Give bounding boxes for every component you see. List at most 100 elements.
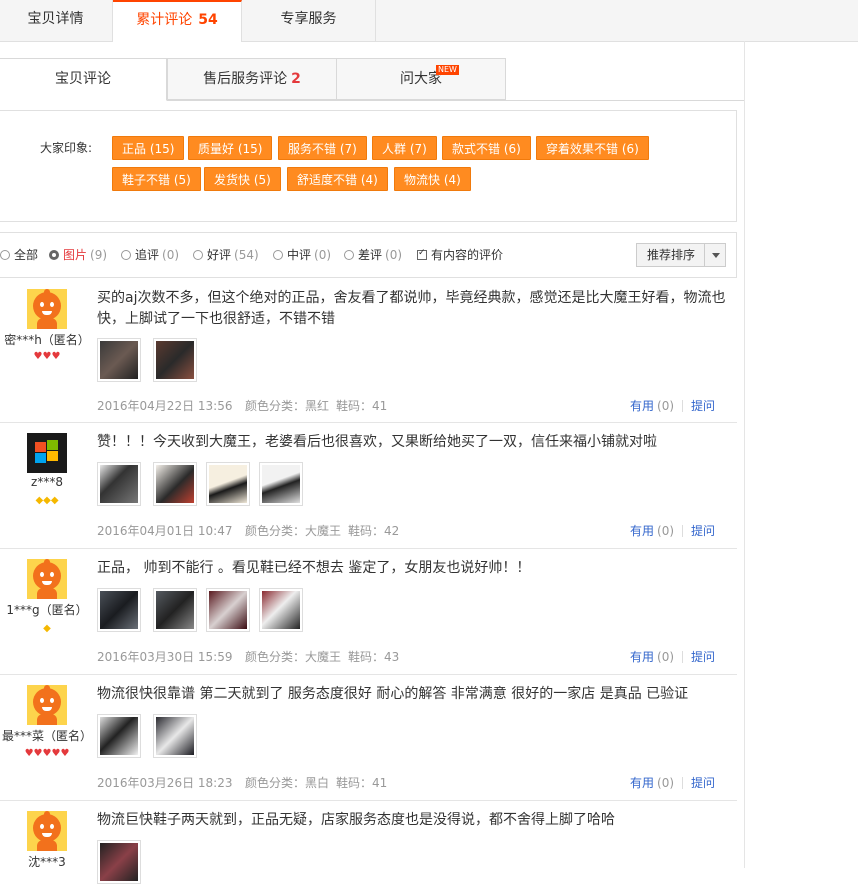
filter-label: 中评	[287, 248, 312, 262]
review-actions: 有用 (0) 提问	[630, 648, 715, 665]
impression-tag[interactable]: 正品 (15)	[112, 136, 185, 160]
impression-tag[interactable]: 穿着效果不错 (6)	[536, 136, 649, 160]
filter-count: (0)	[162, 248, 180, 262]
review-actions: 有用 (0) 提问	[630, 774, 715, 791]
impression-panel	[0, 110, 737, 222]
filter-label: 差评	[358, 248, 383, 262]
subtab-ask-everyone[interactable]: 问大家 NEW	[336, 58, 506, 100]
radio-icon[interactable]	[344, 250, 354, 260]
reviewer-name[interactable]: 最***菜（匿名）	[0, 727, 94, 744]
ask-button[interactable]: 提问	[691, 650, 715, 664]
tab-label: 宝贝详情	[27, 11, 84, 27]
filter-content-only[interactable]: 有内容的评价	[417, 246, 503, 263]
review-image[interactable]	[97, 714, 141, 758]
avatar	[27, 433, 67, 473]
tab-reviews[interactable]: 累计评论 54	[113, 0, 242, 42]
review-image[interactable]	[153, 588, 197, 632]
review-image[interactable]	[206, 588, 250, 632]
reviewer-name[interactable]: z***8	[0, 475, 94, 489]
divider	[682, 400, 684, 412]
reviewer-name[interactable]: 沈***3	[0, 853, 94, 870]
filter-count: (54)	[234, 248, 259, 262]
checkbox-icon[interactable]	[417, 248, 427, 260]
impression-tag[interactable]: 发货快 (5)	[204, 167, 281, 191]
tab-item-details[interactable]: 宝贝详情	[0, 0, 113, 41]
useful-count: (0)	[657, 399, 675, 413]
sort-dropdown[interactable]: 推荐排序	[636, 243, 726, 267]
filter-positive[interactable]: 好评 (54)	[193, 246, 259, 263]
impression-tag[interactable]: 款式不错 (6)	[442, 136, 531, 160]
chevron-down-icon[interactable]	[712, 253, 720, 258]
heart-rank-icon: ♥♥♥	[33, 351, 61, 362]
review-item: 最***菜（匿名） ♥♥♥♥♥ 物流很快很靠谱 第二天就到了 服务态度很好 耐心…	[0, 674, 737, 801]
review-size: 鞋码：41	[336, 399, 388, 413]
useful-button[interactable]: 有用	[630, 650, 654, 664]
useful-button[interactable]: 有用	[630, 776, 654, 790]
tab-label: 专享服务	[280, 11, 337, 27]
review-image[interactable]	[97, 588, 141, 632]
review-image[interactable]	[97, 840, 141, 884]
review-item: 沈***3 物流巨快鞋子两天就到，正品无疑，店家服务态度也是没得说，都不舍得上脚…	[0, 800, 737, 884]
aftersale-count: 2	[291, 71, 301, 87]
divider	[682, 777, 684, 789]
review-text: 正品， 帅到不能行 。看见鞋已经不想去 鉴定了，女朋友也说好帅！！	[97, 560, 531, 576]
review-color: 颜色分类：大魔王	[245, 524, 342, 538]
tab-services[interactable]: 专享服务	[242, 0, 376, 41]
sub-tab-bar: 宝贝评论 售后服务评论 2 问大家 NEW	[0, 58, 744, 101]
review-text: 买的aj次数不多，但这个绝对的正品，舍友看了都说帅，毕竟经典款，感觉还是比大魔王…	[97, 290, 726, 327]
radio-icon[interactable]	[49, 250, 59, 260]
radio-icon[interactable]	[193, 250, 203, 260]
review-count: 54	[198, 12, 218, 28]
review-image[interactable]	[153, 462, 197, 506]
review-image[interactable]	[97, 338, 141, 382]
impression-tag[interactable]: 人群 (7)	[372, 136, 437, 160]
filter-images[interactable]: 图片 (9)	[49, 246, 107, 263]
filter-label: 全部	[14, 248, 39, 262]
impression-tag[interactable]: 舒适度不错 (4)	[287, 167, 388, 191]
review-image[interactable]	[206, 462, 250, 506]
ask-button[interactable]: 提问	[691, 524, 715, 538]
impression-tag[interactable]: 鞋子不错 (5)	[112, 167, 201, 191]
review-image[interactable]	[97, 462, 141, 506]
filter-label: 好评	[207, 248, 232, 262]
review-size: 鞋码：41	[336, 776, 388, 790]
impression-label: 大家印象:	[40, 141, 93, 155]
review-image[interactable]	[259, 588, 303, 632]
ask-button[interactable]: 提问	[691, 399, 715, 413]
filter-neutral[interactable]: 中评 (0)	[273, 246, 331, 263]
review-date: 2016年03月30日 15:59	[97, 650, 233, 664]
radio-icon[interactable]	[273, 250, 283, 260]
review-image[interactable]	[153, 714, 197, 758]
reviewer-name[interactable]: 密***h（匿名）	[0, 331, 94, 348]
review-item: z***8 ◆◆◆ 赞！！！今天收到大魔王，老婆看后也很喜欢，又果断给她买了一双…	[0, 422, 737, 549]
diamond-rank-icon: ◆	[43, 623, 51, 634]
filter-label: 图片	[63, 248, 88, 262]
filter-followup[interactable]: 追评 (0)	[121, 246, 179, 263]
reviewer-name[interactable]: 1***g（匿名）	[0, 601, 94, 618]
tab-label: 累计评论	[136, 12, 193, 28]
avatar	[27, 289, 67, 329]
filter-label: 有内容的评价	[431, 248, 504, 262]
review-text: 物流巨快鞋子两天就到，正品无疑，店家服务态度也是没得说，都不舍得上脚了哈哈	[97, 812, 615, 828]
impression-tag[interactable]: 物流快 (4)	[394, 167, 471, 191]
review-image[interactable]	[259, 462, 303, 506]
review-text: 赞！！！今天收到大魔王，老婆看后也很喜欢，又果断给她买了一双，信任来福小铺就对啦	[97, 434, 657, 450]
radio-icon[interactable]	[121, 250, 131, 260]
subtab-label: 宝贝评论	[55, 71, 111, 87]
divider	[704, 244, 705, 266]
useful-button[interactable]: 有用	[630, 524, 654, 538]
radio-icon[interactable]	[0, 250, 10, 260]
impression-tag[interactable]: 质量好 (15)	[188, 136, 273, 160]
review-date: 2016年04月22日 13:56	[97, 399, 233, 413]
review-date: 2016年04月01日 10:47	[97, 524, 233, 538]
review-image[interactable]	[153, 338, 197, 382]
impression-tag[interactable]: 服务不错 (7)	[278, 136, 367, 160]
review-date: 2016年03月26日 18:23	[97, 776, 233, 790]
ask-button[interactable]: 提问	[691, 776, 715, 790]
useful-button[interactable]: 有用	[630, 399, 654, 413]
subtab-item-reviews[interactable]: 宝贝评论	[0, 58, 167, 101]
filter-negative[interactable]: 差评 (0)	[344, 246, 402, 263]
filter-all[interactable]: 全部	[0, 246, 41, 263]
top-tab-bar: 宝贝详情 累计评论 54 专享服务	[0, 0, 858, 42]
subtab-aftersale-reviews[interactable]: 售后服务评论 2	[167, 58, 337, 100]
